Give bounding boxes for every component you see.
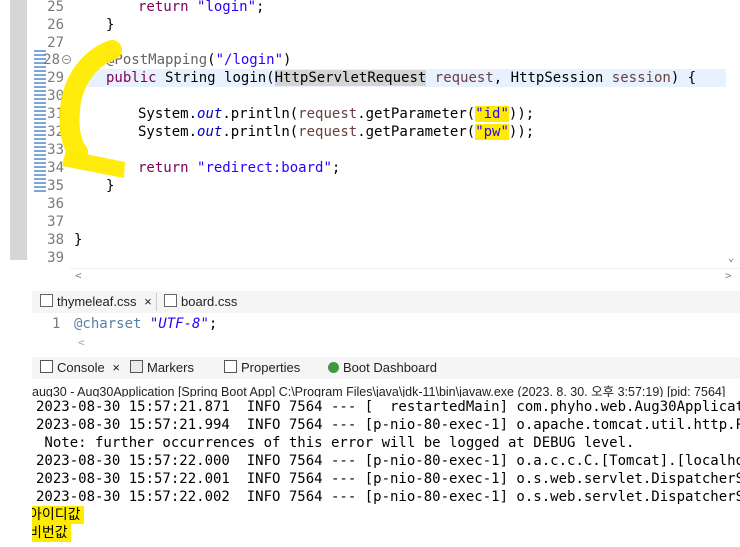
boot-dashboard-icon [328,362,339,373]
console-tabs: Console × Markers Properties Boot Dashbo… [32,357,740,379]
java-editor[interactable]: 25 26 27 28 − 29 30 31 32 33 34 35 36 37… [0,0,740,288]
tab-thymeleaf-css[interactable]: thymeleaf.css × [40,294,152,309]
left-margin [0,288,32,547]
console-line: 2023-08-30 15:57:21.871 INFO 7564 --- [ … [36,399,740,415]
tab-console[interactable]: Console × [40,360,120,375]
css-code-line: @charset "UTF-8"; [74,316,218,332]
css-file-icon [164,294,177,307]
close-icon[interactable]: × [144,294,152,309]
console-line: 2023-08-30 15:57:22.002 INFO 7564 --- [p… [36,489,740,505]
tab-boot-dashboard[interactable]: Boot Dashboard [328,360,437,375]
properties-icon [224,360,237,373]
console-output-pw: 비번값 [32,524,71,542]
css-file-icon [40,294,53,307]
tab-properties[interactable]: Properties [224,360,300,375]
scroll-left-icon[interactable]: < [78,336,85,349]
tab-board-css[interactable]: board.css [164,294,237,309]
console-icon [40,360,53,373]
console-line: Note: further occurrences of this error … [36,435,635,451]
css-editor[interactable]: 1 @charset "UTF-8"; < [32,313,740,353]
markers-icon [130,360,143,373]
console-line: 2023-08-30 15:57:21.994 INFO 7564 --- [p… [36,417,740,433]
console-line: 2023-08-30 15:57:22.000 INFO 7564 --- [p… [36,453,740,469]
tab-divider [156,293,157,311]
console-output[interactable]: 2023-08-30 15:57:21.871 INFO 7564 --- [ … [32,397,740,547]
css-editor-tabs: thymeleaf.css × board.css [32,291,740,314]
console-output-id: 아이디값 [32,506,84,524]
close-icon[interactable]: × [112,360,120,375]
tab-markers[interactable]: Markers [130,360,194,375]
console-process-header: aug30 - Aug30Application [Spring Boot Ap… [32,385,726,397]
scroll-down-icon[interactable]: ⌄ [728,253,734,264]
highlighter-annotation [59,40,125,178]
scroll-right-icon[interactable]: > [725,269,732,282]
line-number: 1 [52,316,61,332]
console-line: 2023-08-30 15:57:22.001 INFO 7564 --- [p… [36,471,740,487]
scroll-left-icon[interactable]: < [75,269,82,282]
horizontal-scrollbar[interactable]: < > [70,268,740,285]
